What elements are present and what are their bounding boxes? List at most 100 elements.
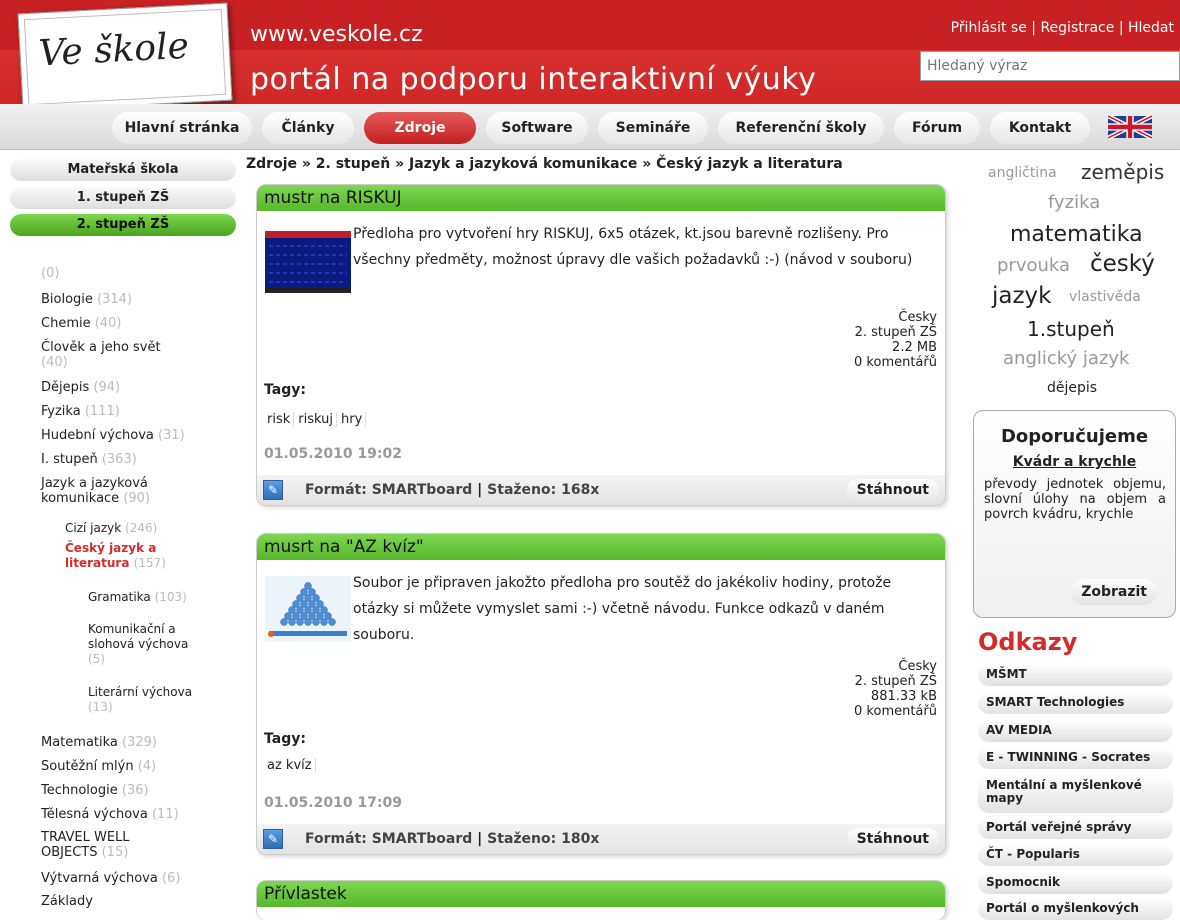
tags-label: Tagy: [264, 382, 306, 398]
category-subitem[interactable]: Cizí jazyk (246) [65, 521, 157, 536]
site-logo[interactable]: Ve škole [17, 2, 233, 112]
category-item[interactable]: Hudební výchova (31) [41, 428, 185, 443]
category-item[interactable]: TRAVEL WELL OBJECTS (15) [41, 830, 181, 860]
category-item[interactable]: Jazyk a jazyková komunikace (90) [41, 476, 191, 506]
uk-flag-icon[interactable] [1108, 114, 1152, 140]
site-url: www.veskole.cz [250, 22, 423, 47]
download-button[interactable]: Stáhnout [846, 828, 939, 850]
tag-cloud-word[interactable]: matematika [1010, 222, 1143, 247]
smartboard-icon: ✎ [263, 829, 283, 849]
external-link[interactable]: Spomocnik [978, 872, 1173, 894]
show-button[interactable]: Zobrazit [1071, 579, 1157, 605]
external-link[interactable]: SMART Technologies [978, 692, 1173, 714]
category-subsubitem[interactable]: Gramatika (103) [88, 590, 187, 605]
login-link[interactable]: Přihlásit se [951, 20, 1027, 36]
tag-cloud-word[interactable]: prvouka [997, 255, 1070, 276]
resource-comments[interactable]: 0 komentářů [854, 355, 937, 370]
external-link[interactable]: AV MEDIA [978, 720, 1173, 742]
search-link[interactable]: Hledat [1128, 20, 1174, 36]
resource-title[interactable]: musrt na "AZ kvíz" [264, 537, 424, 557]
category-item[interactable]: Výtvarná výchova (6) [41, 871, 180, 886]
nav-tab-software[interactable]: Software [486, 112, 588, 144]
resource-level: 2. stupeň ZŠ [854, 674, 937, 689]
resource-description: Předloha pro vytvoření hry RISKUJ, 6x5 o… [353, 226, 913, 268]
level-primary[interactable]: 1. stupeň ZŠ [10, 187, 236, 209]
resource-date: 01.05.2010 19:02 [264, 446, 403, 462]
category-item[interactable]: (0) [41, 266, 59, 281]
category-item[interactable]: Chemie (40) [41, 316, 121, 331]
category-subitem-selected[interactable]: Český jazyk a literatura (157) [65, 541, 195, 571]
external-link[interactable]: Portál o myšlenkových [978, 898, 1173, 920]
level-kindergarten[interactable]: Mateřská škola [10, 159, 236, 181]
resource-meta: Česky 2. stupeň ZŠ 2.2 MB 0 komentářů [854, 310, 937, 370]
category-subsubitem[interactable]: Komunikační a slohová výchova (5) [88, 622, 213, 667]
tag-cloud-word[interactable]: anglický jazyk [1003, 348, 1129, 369]
resource-title[interactable]: mustr na RISKUJ [264, 188, 402, 208]
tag-cloud-word[interactable]: angličtina [988, 165, 1057, 181]
recommend-link[interactable]: Kvádr a krychle [974, 454, 1175, 470]
category-item[interactable]: Technologie (36) [41, 783, 149, 798]
resource-meta: Česky 2. stupeň ZŠ 881.33 kB 0 komentářů [854, 659, 937, 719]
search-input[interactable] [920, 51, 1180, 81]
resource-date: 01.05.2010 17:09 [264, 795, 403, 811]
tag-cloud-word[interactable]: 1.stupeň [1027, 317, 1115, 341]
category-item[interactable]: Základy [41, 894, 93, 909]
card-titlebar [257, 881, 945, 907]
az-kviz-thumbnail[interactable] [265, 576, 351, 642]
category-item[interactable]: Matematika (329) [41, 735, 157, 750]
category-item[interactable]: Dějepis (94) [41, 380, 120, 395]
recommend-text: převody jednotek objemu, slovní úlohy na… [984, 477, 1166, 522]
tag-cloud-word[interactable]: dějepis [1047, 380, 1097, 396]
register-link[interactable]: Registrace [1040, 20, 1114, 36]
resource-format: Formát: SMARTboard | Staženo: 168x [305, 482, 600, 498]
nav-tab-forum[interactable]: Fórum [894, 112, 980, 144]
resource-language: Česky [898, 659, 937, 674]
riskuj-thumbnail[interactable] [265, 231, 351, 293]
recommend-box: Doporučujeme Kvádr a krychle převody jed… [973, 410, 1176, 618]
logo-text: Ve škole [37, 25, 190, 75]
tag-link[interactable]: hry [337, 412, 367, 427]
external-link[interactable]: MŠMT [978, 664, 1173, 686]
category-item[interactable]: I. stupeň (363) [41, 452, 137, 467]
category-item[interactable]: Biologie (314) [41, 292, 132, 307]
nav-tab-resources[interactable]: Zdroje [364, 112, 476, 144]
main-nav: Hlavní stránka Články Zdroje Software Se… [0, 104, 1180, 150]
tag-cloud-word[interactable]: zeměpis [1081, 160, 1164, 184]
tag-link[interactable]: az kvíz [264, 758, 316, 773]
category-item[interactable]: Soutěžní mlýn (4) [41, 759, 156, 774]
tag-cloud-word[interactable]: fyzika [1048, 192, 1100, 213]
tag-cloud-word[interactable]: vlastivěda [1069, 289, 1141, 305]
nav-tab-contact[interactable]: Kontakt [990, 112, 1090, 144]
resource-format: Formát: SMARTboard | Staženo: 180x [305, 831, 600, 847]
breadcrumb: Zdroje » 2. stupeň » Jazyk a jazyková ko… [246, 156, 843, 172]
tag-cloud-word[interactable]: český [1090, 251, 1155, 277]
external-link[interactable]: Mentální a myšlenkové mapy [978, 775, 1173, 813]
tag-link[interactable]: risk [264, 412, 295, 427]
resource-size: 2.2 MB [892, 340, 937, 355]
category-item[interactable]: Fyzika (111) [41, 404, 120, 419]
nav-tab-home[interactable]: Hlavní stránka [112, 112, 252, 144]
site-header: Ve škole www.veskole.cz portál na podpor… [0, 0, 1180, 112]
site-tagline: portál na podporu interaktivní výuky [250, 62, 817, 97]
category-item[interactable]: Tělesná výchova (11) [41, 807, 179, 822]
resource-title[interactable]: Přívlastek [264, 884, 347, 904]
download-button[interactable]: Stáhnout [846, 479, 939, 501]
resource-description: Soubor je připraven jakožto předloha pro… [353, 575, 892, 643]
category-subsubitem[interactable]: Literární výchova (13) [88, 685, 213, 715]
smartboard-icon: ✎ [263, 480, 283, 500]
external-link[interactable]: ČT - Popularis [978, 844, 1173, 866]
tag-link[interactable]: riskuj [295, 412, 337, 427]
tag-cloud-word[interactable]: jazyk [992, 283, 1052, 309]
resource-comments[interactable]: 0 komentářů [854, 704, 937, 719]
resource-language: Česky [898, 310, 937, 325]
tags-list: az kvíz [264, 758, 317, 773]
nav-tab-seminars[interactable]: Semináře [598, 112, 708, 144]
external-link[interactable]: E - TWINNING - Socrates [978, 747, 1173, 769]
external-link[interactable]: Portál veřejné správy [978, 817, 1173, 839]
resource-level: 2. stupeň ZŠ [854, 325, 937, 340]
nav-tab-articles[interactable]: Články [262, 112, 354, 144]
level-secondary[interactable]: 2. stupeň ZŠ [10, 214, 236, 236]
nav-tab-reference-schools[interactable]: Referenční školy [718, 112, 884, 144]
category-item[interactable]: Člověk a jeho svět (40) [41, 340, 201, 370]
resource-card: mustr na RISKUJ Předloha pro vytvoření h… [256, 184, 946, 506]
